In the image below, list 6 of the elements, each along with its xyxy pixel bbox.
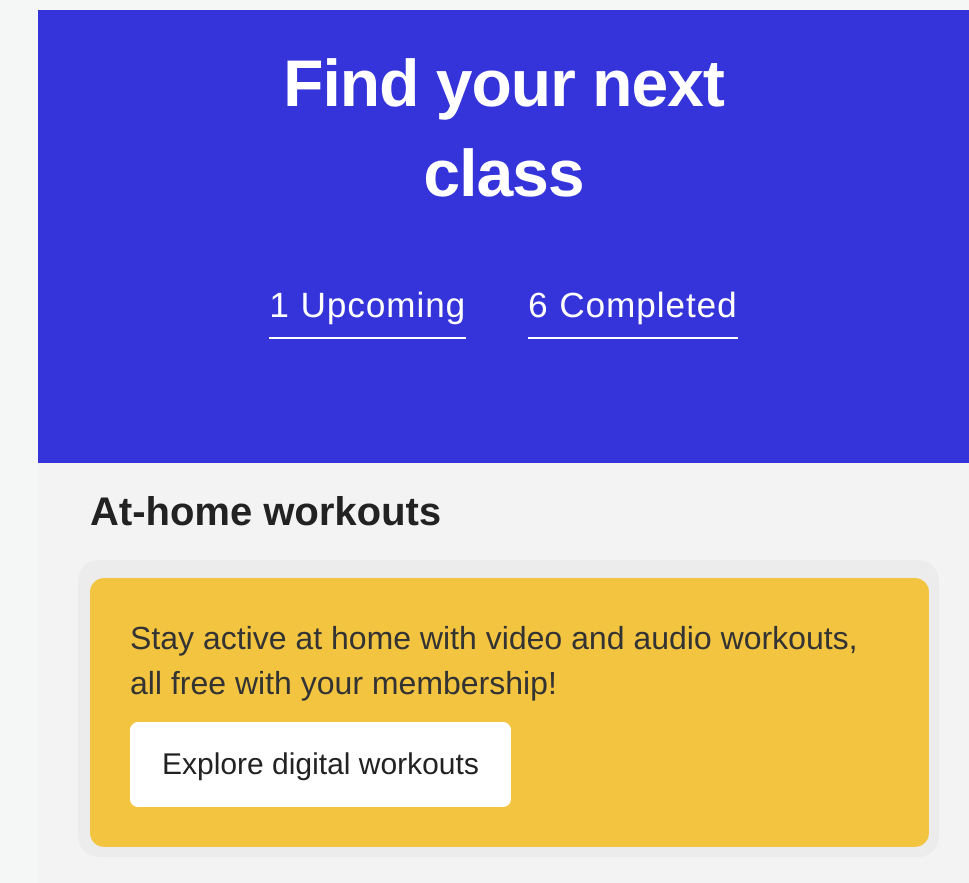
promo-text: Stay active at home with video and audio workouts, all free with your membership! [130, 619, 859, 703]
class-link[interactable]: 1 Upcoming [269, 280, 466, 338]
class-link[interactable]: 6 Completed [528, 280, 738, 338]
explore-button[interactable]: Explore digital workouts [130, 722, 511, 807]
section-heading: At-home workouts [90, 489, 442, 536]
hero-title: Find your next class [282, 45, 725, 212]
